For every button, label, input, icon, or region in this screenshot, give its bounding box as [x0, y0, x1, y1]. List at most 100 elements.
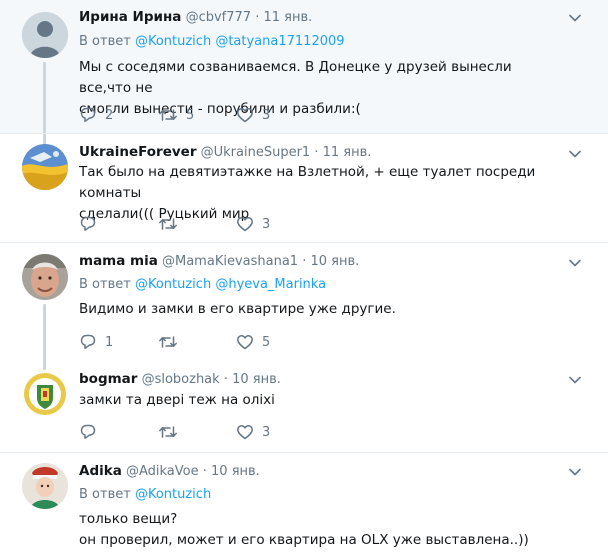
- separator: ·: [202, 464, 207, 479]
- like-button[interactable]: 3: [236, 106, 270, 124]
- separator: ·: [255, 10, 260, 25]
- retweet-count: 5: [186, 107, 195, 123]
- tweet-text-line: замки та двері теж на оліхі: [79, 392, 275, 408]
- timestamp[interactable]: 10 янв.: [232, 372, 281, 387]
- user-illustration-avatar-icon: [22, 463, 68, 509]
- display-name[interactable]: bogmar: [79, 371, 137, 387]
- heart-icon: [237, 335, 253, 350]
- reply-prefix: В ответ: [79, 34, 131, 49]
- default-avatar-icon: [22, 12, 68, 58]
- tweet-text-line: только вещи?: [79, 511, 178, 527]
- avatar[interactable]: [22, 254, 68, 300]
- ukraine-flag-avatar-icon: [22, 144, 68, 190]
- timestamp[interactable]: 10 янв.: [310, 254, 359, 269]
- replies-feed: Ирина Ирина @cbvf777 · 11 янв. В ответ @…: [0, 0, 608, 554]
- display-name[interactable]: mama mia: [79, 253, 158, 269]
- retweet-icon: [159, 336, 177, 348]
- reply-icon: [80, 216, 96, 232]
- reply-context: В ответ @Kontuzich @tatyana17112009: [79, 33, 568, 51]
- mention-link[interactable]: @Kontuzich: [135, 487, 211, 502]
- mention-link[interactable]: @Kontuzich: [135, 277, 211, 292]
- reply-button[interactable]: [79, 423, 158, 441]
- like-button[interactable]: 3: [236, 423, 270, 441]
- chevron-down-icon[interactable]: [568, 256, 582, 270]
- tweet-header: UkraineForever @UkraineSuper1 · 11 янв.: [79, 144, 568, 161]
- tweet-header: bogmar @slobozhak · 10 янв.: [79, 371, 568, 388]
- reply-prefix: В ответ: [79, 487, 131, 502]
- tweet[interactable]: UkraineForever @UkraineSuper1 · 11 янв. …: [0, 134, 608, 242]
- reply-icon: [80, 424, 96, 440]
- tweet-text-line: Мы с соседями созваниваемся. В Донецке у…: [79, 59, 512, 96]
- tweet-text-line: Так было на девятиэтажке на Взлетной, + …: [79, 164, 536, 201]
- retweet-icon: [159, 426, 177, 438]
- timestamp[interactable]: 10 янв.: [211, 464, 260, 479]
- tweet-header: Adika @AdikaVoe · 10 янв.: [79, 463, 568, 480]
- user-handle[interactable]: @MamaKievashana1: [162, 254, 298, 269]
- tweet-header: Ирина Ирина @cbvf777 · 11 янв.: [79, 9, 568, 26]
- separator: ·: [223, 372, 228, 387]
- chevron-down-icon[interactable]: [568, 373, 582, 387]
- chevron-down-icon[interactable]: [568, 465, 582, 479]
- like-count: 3: [262, 216, 271, 232]
- chevron-down-icon[interactable]: [568, 11, 582, 25]
- mention-link[interactable]: @Kontuzich: [135, 34, 211, 49]
- display-name[interactable]: Ирина Ирина: [79, 9, 181, 25]
- reply-button[interactable]: 1: [79, 333, 158, 351]
- retweet-button[interactable]: 5: [158, 106, 236, 124]
- tweet-actions: 3: [79, 423, 270, 441]
- display-name[interactable]: UkraineForever: [79, 144, 196, 160]
- reply-context: В ответ @Kontuzich @hyeva_Marinka: [79, 276, 568, 294]
- avatar[interactable]: [22, 463, 68, 509]
- tweet-text: только вещи? он проверил, может и его кв…: [79, 509, 568, 551]
- user-handle[interactable]: @AdikaVoe: [126, 464, 199, 479]
- retweet-button[interactable]: [158, 333, 236, 351]
- tweet-text-line: он проверил, может и его квартира на OLX…: [79, 532, 529, 548]
- retweet-button[interactable]: [158, 423, 236, 441]
- heart-icon: [237, 217, 253, 232]
- tweet-actions: 2 5 3: [79, 106, 270, 124]
- tweet[interactable]: mama mia @MamaKievashana1 · 10 янв. В от…: [0, 243, 608, 370]
- tweet[interactable]: bogmar @slobozhak · 10 янв. замки та две…: [0, 360, 608, 452]
- tweet-text-line: Видимо и замки в его квартире уже другие…: [79, 301, 396, 317]
- reply-icon: [80, 334, 96, 350]
- like-count: 3: [262, 424, 271, 440]
- timestamp[interactable]: 11 янв.: [263, 10, 312, 25]
- mention-link[interactable]: @hyeva_Marinka: [215, 277, 326, 292]
- retweet-button[interactable]: [158, 215, 236, 233]
- user-handle[interactable]: @cbvf777: [186, 10, 251, 25]
- tweet-header: mama mia @MamaKievashana1 · 10 янв.: [79, 253, 568, 270]
- user-handle[interactable]: @slobozhak: [142, 372, 220, 387]
- heart-icon: [237, 425, 253, 440]
- reply-prefix: В ответ: [79, 277, 131, 292]
- tweet[interactable]: Adika @AdikaVoe · 10 янв. В ответ @Kontu…: [0, 453, 608, 554]
- tweet[interactable]: Ирина Ирина @cbvf777 · 11 янв. В ответ @…: [0, 0, 608, 145]
- tweet-text: замки та двері теж на оліхі: [79, 390, 568, 411]
- avatar[interactable]: [22, 144, 68, 190]
- reply-count: 1: [105, 334, 114, 350]
- separator: ·: [314, 145, 319, 160]
- reply-context: В ответ @Kontuzich: [79, 486, 568, 504]
- reply-button[interactable]: 2: [79, 106, 158, 124]
- tweet-text: Видимо и замки в его квартире уже другие…: [79, 299, 568, 320]
- avatar-default[interactable]: [22, 12, 68, 58]
- chevron-down-icon[interactable]: [568, 147, 582, 161]
- like-button[interactable]: 3: [236, 215, 270, 233]
- tweet-actions: 1 5: [79, 333, 270, 351]
- like-button[interactable]: 5: [236, 333, 270, 351]
- like-count: 5: [262, 334, 271, 350]
- coat-of-arms-avatar-icon: [22, 371, 68, 417]
- separator: ·: [302, 254, 307, 269]
- retweet-icon: [159, 218, 177, 230]
- tweet-actions: 3: [79, 215, 270, 233]
- mention-link[interactable]: @tatyana17112009: [215, 34, 344, 49]
- reply-count: 2: [105, 107, 114, 123]
- reply-icon: [80, 107, 96, 123]
- like-count: 3: [262, 107, 271, 123]
- reply-button[interactable]: [79, 215, 158, 233]
- timestamp[interactable]: 11 янв.: [323, 145, 372, 160]
- avatar[interactable]: [22, 371, 68, 417]
- retweet-icon: [159, 109, 177, 121]
- heart-icon: [237, 108, 253, 123]
- display-name[interactable]: Adika: [79, 463, 122, 479]
- user-handle[interactable]: @UkraineSuper1: [201, 145, 311, 160]
